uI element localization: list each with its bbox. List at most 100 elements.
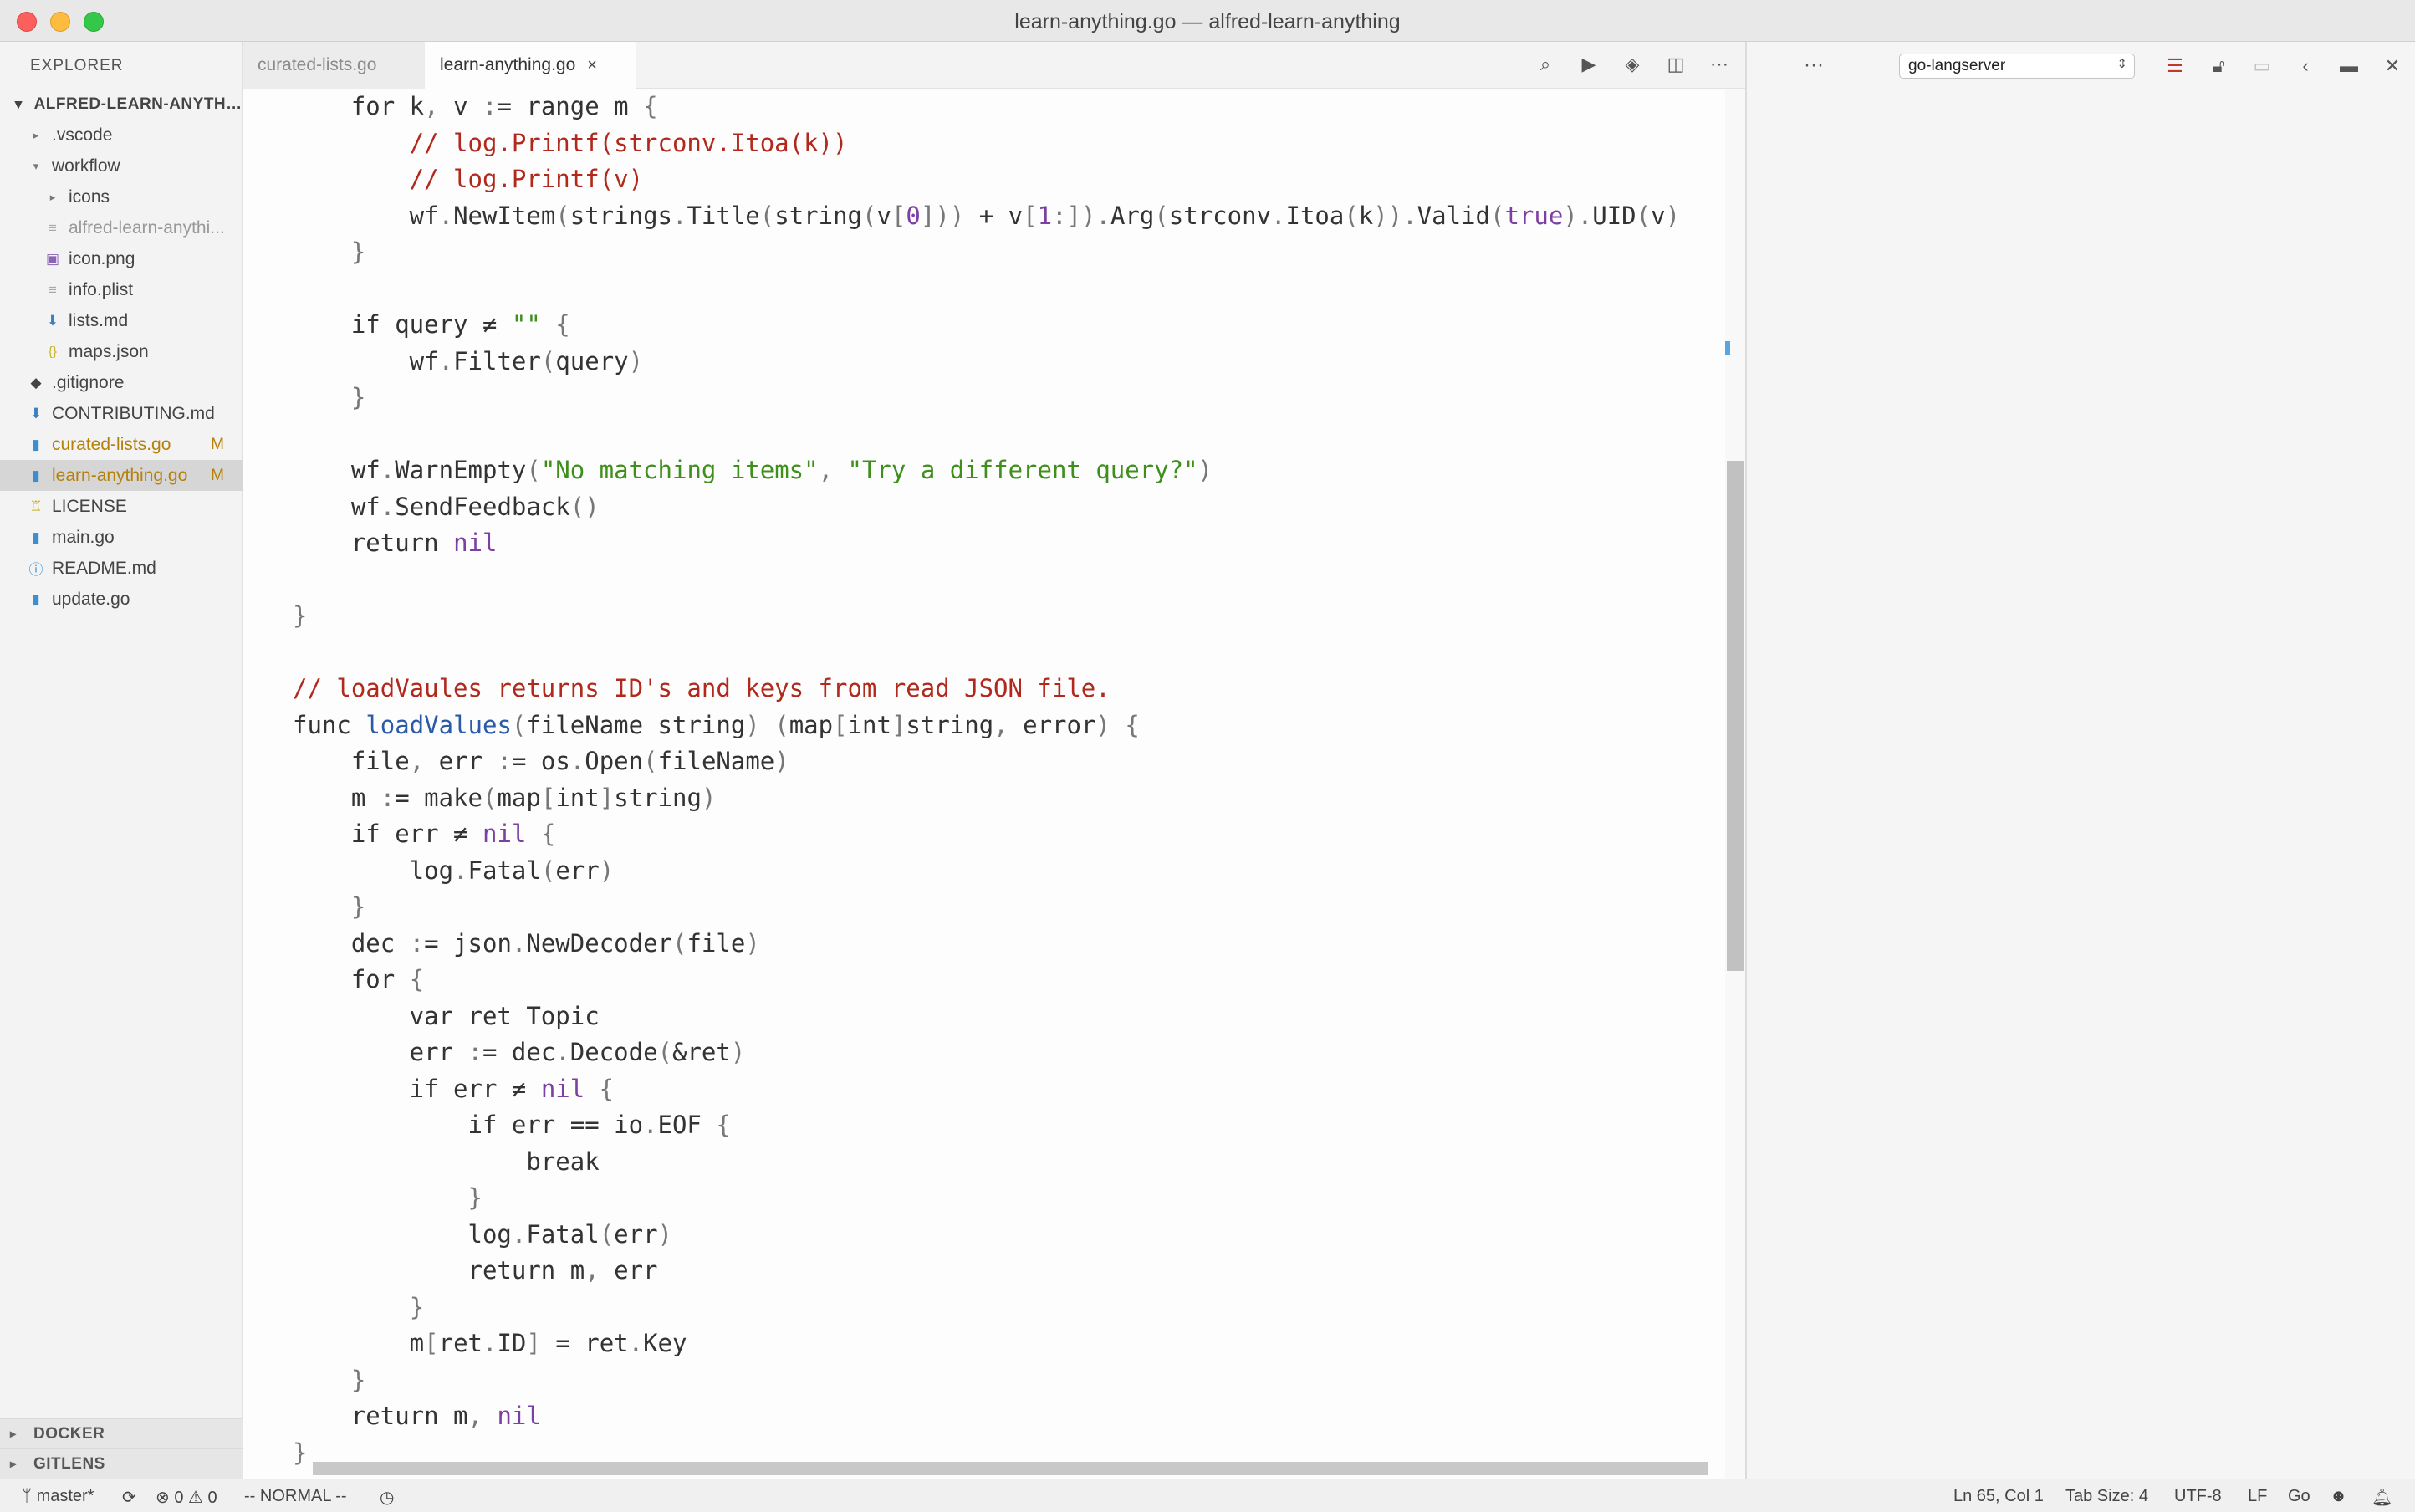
more-actions-icon[interactable]: ⋯ <box>1705 50 1733 79</box>
status-bar: ᛘ master* ⟳ ⊗ 0 ⚠ 0 -- NORMAL -- ◷ Ln 65… <box>0 1479 2415 1512</box>
code-line[interactable]: m := make(map[int]string) <box>293 780 1680 817</box>
tab-size[interactable]: Tab Size: 4 <box>2065 1487 2148 1506</box>
split-editor-icon[interactable]: ◫ <box>1662 50 1690 79</box>
docker-section-header[interactable]: ▸ DOCKER <box>0 1418 243 1448</box>
code-line[interactable]: for { <box>293 962 1680 999</box>
code-line[interactable]: wf.WarnEmpty("No matching items", "Try a… <box>293 452 1680 489</box>
git-branch-icon: ᛘ <box>22 1487 32 1505</box>
output-panel: ··· go-langserver ⇕ ☰ 🔓︎ ▭ ‹ ▬ ✕ <box>1745 42 2415 1479</box>
code-line[interactable]: for k, v := range m { <box>293 89 1680 125</box>
code-line[interactable] <box>293 271 1680 308</box>
code-line[interactable]: err := dec.Decode(&ret) <box>293 1034 1680 1071</box>
tree-file-maps-json[interactable]: {} maps.json <box>0 336 243 367</box>
code-line[interactable]: dec := json.NewDecoder(file) <box>293 926 1680 963</box>
tree-file-readme-md[interactable]: ⓘ README.md <box>0 553 243 584</box>
sync-icon[interactable]: ⟳ <box>122 1487 136 1508</box>
horizontal-scroll-thumb[interactable] <box>313 1462 1708 1475</box>
chevron-right-icon: ▸ <box>10 1427 17 1440</box>
modified-badge: M <box>211 435 224 453</box>
code-line[interactable]: if err == io.EOF { <box>293 1107 1680 1144</box>
code-line[interactable]: } <box>293 1180 1680 1217</box>
json-icon: {} <box>48 345 58 359</box>
overview-ruler-marker <box>1725 341 1730 355</box>
gitlens-section-header[interactable]: ▸ GITLENS <box>0 1448 243 1479</box>
tree-folder-workflow[interactable]: ▾ workflow <box>0 151 243 181</box>
info-icon: ⓘ <box>28 562 43 578</box>
code-line[interactable]: // log.Printf(v) <box>293 161 1680 198</box>
notifications-bell-icon[interactable]: 🔔︎ <box>2372 1487 2392 1508</box>
code-line[interactable]: } <box>293 889 1680 926</box>
vertical-scroll-thumb[interactable] <box>1727 461 1744 971</box>
code-line[interactable]: // loadVaules returns ID's and keys from… <box>293 671 1680 707</box>
tree-file-update-go[interactable]: ▮ update.go <box>0 584 243 615</box>
end-of-line[interactable]: LF <box>2248 1487 2267 1506</box>
tree-file-license[interactable]: ♖ LICENSE <box>0 491 243 522</box>
run-icon[interactable]: ▶ <box>1575 50 1603 79</box>
code-line[interactable]: if err ≠ nil { <box>293 816 1680 853</box>
markdown-icon: ⬇ <box>46 312 59 329</box>
tree-file-icon-png[interactable]: ▣ icon.png <box>0 243 243 274</box>
code-editor[interactable]: for k, v := range m { // log.Printf(strc… <box>243 89 1745 1479</box>
git-compare-icon[interactable]: ◈ <box>1618 50 1647 79</box>
code-line[interactable]: // log.Printf(strconv.Itoa(k)) <box>293 125 1680 162</box>
code-line[interactable]: log.Fatal(err) <box>293 853 1680 890</box>
code-line[interactable]: break <box>293 1144 1680 1181</box>
close-tab-icon[interactable]: × <box>587 56 597 75</box>
tab-learn-anything-go[interactable]: learn-anything.go × <box>425 42 636 89</box>
code-line[interactable] <box>293 562 1680 599</box>
code-line[interactable]: return m, nil <box>293 1398 1680 1435</box>
code-line[interactable]: } <box>293 1362 1680 1399</box>
tree-folder-icons[interactable]: ▸ icons <box>0 181 243 212</box>
code-line[interactable]: wf.NewItem(strings.Title(string(v[0])) +… <box>293 198 1680 235</box>
code-line[interactable]: var ret Topic <box>293 999 1680 1035</box>
clock-icon[interactable]: ◷ <box>380 1487 394 1508</box>
lock-scroll-icon[interactable]: 🔓︎ <box>2204 52 2233 80</box>
open-log-icon[interactable]: ▭ <box>2248 52 2276 80</box>
open-preview-icon[interactable]: ⌕ <box>1531 50 1560 79</box>
tree-folder-vscode[interactable]: ▸ .vscode <box>0 120 243 151</box>
tree-file-contributing-md[interactable]: ⬇ CONTRIBUTING.md <box>0 398 243 429</box>
git-branch-item[interactable]: ᛘ master* <box>22 1487 94 1506</box>
tree-file-info-plist[interactable]: ≡ info.plist <box>0 274 243 305</box>
code-line[interactable]: return nil <box>293 525 1680 562</box>
tree-file-lists-md[interactable]: ⬇ lists.md <box>0 305 243 336</box>
code-line[interactable]: } <box>293 234 1680 271</box>
cursor-position[interactable]: Ln 65, Col 1 <box>1953 1487 2044 1506</box>
clear-output-icon[interactable]: ☰ <box>2161 52 2189 80</box>
code-line[interactable]: return m, err <box>293 1253 1680 1290</box>
code-line[interactable]: log.Fatal(err) <box>293 1217 1680 1254</box>
code-line[interactable] <box>293 416 1680 453</box>
output-channel-select[interactable]: go-langserver ⇕ <box>1899 54 2135 79</box>
language-mode[interactable]: Go <box>2288 1487 2310 1506</box>
tree-file-alfred-workflow[interactable]: ≡ alfred-learn-anythi... <box>0 212 243 243</box>
code-line[interactable]: func loadValues(fileName string) (map[in… <box>293 707 1680 744</box>
close-panel-icon[interactable]: ✕ <box>2378 52 2407 80</box>
file-tree: ▾ ALFRED-LEARN-ANYTHIN... ▸ .vscode ▾ wo… <box>0 89 243 615</box>
code-line[interactable]: wf.SendFeedback() <box>293 489 1680 526</box>
code-line[interactable]: m[ret.ID] = ret.Key <box>293 1326 1680 1362</box>
code-line[interactable]: file, err := os.Open(fileName) <box>293 743 1680 780</box>
tree-root-folder[interactable]: ▾ ALFRED-LEARN-ANYTHIN... <box>0 89 243 120</box>
code-line[interactable]: } <box>293 380 1680 416</box>
code-line[interactable]: } <box>293 1290 1680 1326</box>
toggle-panel-icon[interactable]: ▬ <box>2335 52 2363 80</box>
code-line[interactable]: wf.Filter(query) <box>293 344 1680 381</box>
select-arrows-icon: ⇕ <box>2116 57 2127 71</box>
tree-file-main-go[interactable]: ▮ main.go <box>0 522 243 553</box>
vertical-scrollbar[interactable] <box>1725 89 1745 1479</box>
code-content[interactable]: for k, v := range m { // log.Printf(strc… <box>293 89 1680 1471</box>
chevron-left-icon[interactable]: ‹ <box>2291 52 2320 80</box>
code-line[interactable] <box>293 635 1680 672</box>
tab-curated-lists-go[interactable]: curated-lists.go <box>243 42 425 89</box>
code-line[interactable]: } <box>293 598 1680 635</box>
tree-file-gitignore[interactable]: ◆ .gitignore <box>0 367 243 398</box>
problems-item[interactable]: ⊗ 0 ⚠ 0 <box>156 1487 217 1508</box>
more-options-icon[interactable]: ··· <box>1804 54 1824 77</box>
code-line[interactable]: if query ≠ "" { <box>293 307 1680 344</box>
tree-file-curated-lists-go[interactable]: ▮ curated-lists.go M <box>0 429 243 460</box>
tree-file-learn-anything-go[interactable]: ▮ learn-anything.go M <box>0 460 243 491</box>
file-encoding[interactable]: UTF-8 <box>2174 1487 2222 1506</box>
git-icon: ◆ <box>30 374 42 391</box>
feedback-smiley-icon[interactable]: ☻ <box>2330 1487 2347 1506</box>
code-line[interactable]: if err ≠ nil { <box>293 1071 1680 1108</box>
